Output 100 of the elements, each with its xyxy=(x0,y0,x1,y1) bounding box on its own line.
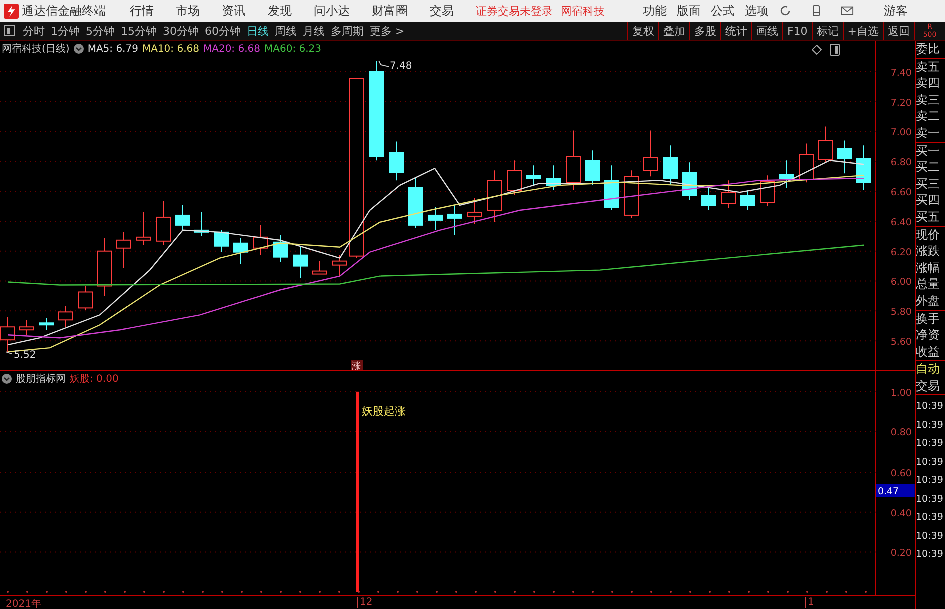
candlestick xyxy=(58,306,74,328)
quote-label: 现价 xyxy=(916,226,941,244)
candlestick xyxy=(156,201,172,246)
mail-icon[interactable] xyxy=(841,5,854,17)
candlestick xyxy=(664,145,678,186)
candlestick xyxy=(136,212,152,246)
toolbar-button[interactable]: +自选 xyxy=(842,22,883,40)
rise-badge: 涨 xyxy=(351,360,363,370)
trade-time: 10:39 xyxy=(916,437,944,452)
menu-item[interactable]: 财富圈 xyxy=(372,2,408,20)
trade-label: 交易 xyxy=(916,378,941,394)
axis-label: 0.40 xyxy=(890,508,912,520)
phone-icon[interactable] xyxy=(810,5,823,17)
quote-label: 买二 xyxy=(916,159,941,176)
toolbar-button[interactable]: 叠加 xyxy=(658,22,690,40)
axis-label: 0.20 xyxy=(890,548,912,560)
period-tab[interactable]: 月线 xyxy=(300,22,328,40)
refresh-icon[interactable] xyxy=(779,5,792,17)
axis-label: 5.60 xyxy=(890,337,912,348)
menu-item[interactable]: 功能 xyxy=(643,2,667,20)
toolbar-button[interactable]: 统计 xyxy=(720,22,752,40)
candlestick xyxy=(214,230,230,253)
panel-toggle-icon[interactable] xyxy=(4,25,16,37)
quote-label: 买三 xyxy=(916,176,941,192)
period-tab[interactable]: 30分钟 xyxy=(160,22,202,40)
trade-time: 10:39 xyxy=(916,418,944,433)
axis-label: 5.80 xyxy=(890,307,912,318)
user-button[interactable]: 游客 xyxy=(884,2,908,20)
status-text: 证券交易未登录 xyxy=(476,4,553,18)
period-tab[interactable]: 多周期 xyxy=(328,22,367,40)
axis-label: 6.60 xyxy=(890,188,912,199)
axis-label: 6.80 xyxy=(890,158,912,169)
candlestick xyxy=(390,141,404,182)
menu-item[interactable]: 交易 xyxy=(430,2,454,20)
diamond-icon[interactable] xyxy=(812,45,822,54)
menu-item[interactable]: 公式 xyxy=(711,2,735,20)
ma-legend-label: MA20: 6.68 xyxy=(203,44,260,54)
dropdown-icon[interactable] xyxy=(2,374,12,384)
period-tab[interactable]: 60分钟 xyxy=(202,22,244,40)
quote-label: 买一 xyxy=(916,142,941,160)
candlestick xyxy=(194,212,210,237)
axis-label: 7.40 xyxy=(890,68,912,79)
toolbar-button[interactable]: 复权 xyxy=(627,22,658,40)
candlestick xyxy=(838,140,852,174)
axis-label: 7.20 xyxy=(890,98,912,109)
quote-label: 总量 xyxy=(916,276,941,293)
axis-label: 6.00 xyxy=(890,277,912,288)
more-button[interactable]: 更多 > xyxy=(367,22,408,40)
auto-trade-label: 自动 xyxy=(916,361,941,378)
period-tab[interactable]: 5分钟 xyxy=(83,22,118,40)
date-label: 2021年 xyxy=(6,598,42,609)
menu-item[interactable]: 资讯 xyxy=(222,2,246,20)
toolbar-button[interactable]: F10 xyxy=(782,22,812,40)
candlestick xyxy=(818,126,834,164)
menu-item[interactable]: 选项 xyxy=(745,2,769,20)
candlestick xyxy=(740,190,756,211)
leader-line xyxy=(6,352,12,355)
candlestick xyxy=(176,205,190,231)
candlestick xyxy=(856,145,872,192)
toolbar-button[interactable]: 返回 xyxy=(883,22,914,40)
candlestick xyxy=(428,207,444,231)
panel-toggle-icon[interactable] xyxy=(830,44,840,56)
period-tab[interactable]: 1分钟 xyxy=(48,22,83,40)
trade-time: 10:39 xyxy=(916,474,944,488)
app-title: 通达信金融终端 xyxy=(22,2,106,20)
dropdown-icon[interactable] xyxy=(74,44,84,54)
period-tab[interactable]: 分时 xyxy=(20,22,48,40)
leader-line xyxy=(378,60,390,68)
candlestick xyxy=(644,130,658,178)
toolbar-button[interactable]: 画线 xyxy=(751,22,782,40)
candlestick xyxy=(274,234,288,263)
candlestick xyxy=(760,175,776,207)
menu-item[interactable]: 行情 xyxy=(130,2,154,20)
menu-item[interactable]: 版面 xyxy=(677,2,701,20)
quote-label: 换手 xyxy=(916,310,941,328)
ma-legend-label: MA60: 6.23 xyxy=(264,44,322,54)
candlestick xyxy=(312,260,328,275)
period-tab[interactable]: 周线 xyxy=(272,22,300,40)
candlestick xyxy=(448,205,462,236)
candlestick xyxy=(508,160,522,196)
axis-label: 0.60 xyxy=(890,468,912,480)
toolbar-button[interactable]: 标记 xyxy=(812,22,843,40)
signal-label: 妖股起涨 xyxy=(362,404,406,418)
toolbar-button[interactable]: 多股 xyxy=(689,22,720,40)
quote-label: 收益 xyxy=(916,344,941,360)
candlestick xyxy=(604,165,620,211)
indicator-value: 妖股: 0.00 xyxy=(70,373,119,386)
candlestick xyxy=(780,160,794,190)
candlestick xyxy=(408,177,424,229)
candlestick xyxy=(546,165,562,192)
ma-legend-label: MA5: 6.79 xyxy=(88,44,138,54)
axis-label: 6.40 xyxy=(890,217,912,228)
candlestick xyxy=(722,180,736,209)
period-tab[interactable]: 15分钟 xyxy=(118,22,160,40)
period-tab[interactable]: 日线 xyxy=(244,22,272,40)
chart-title: 网宿科技(日线) xyxy=(2,42,70,56)
menu-item[interactable]: 发现 xyxy=(268,2,292,20)
menu-item[interactable]: 问小达 xyxy=(314,2,350,20)
quote-label: 卖一 xyxy=(916,124,941,142)
menu-item[interactable]: 市场 xyxy=(176,2,200,20)
